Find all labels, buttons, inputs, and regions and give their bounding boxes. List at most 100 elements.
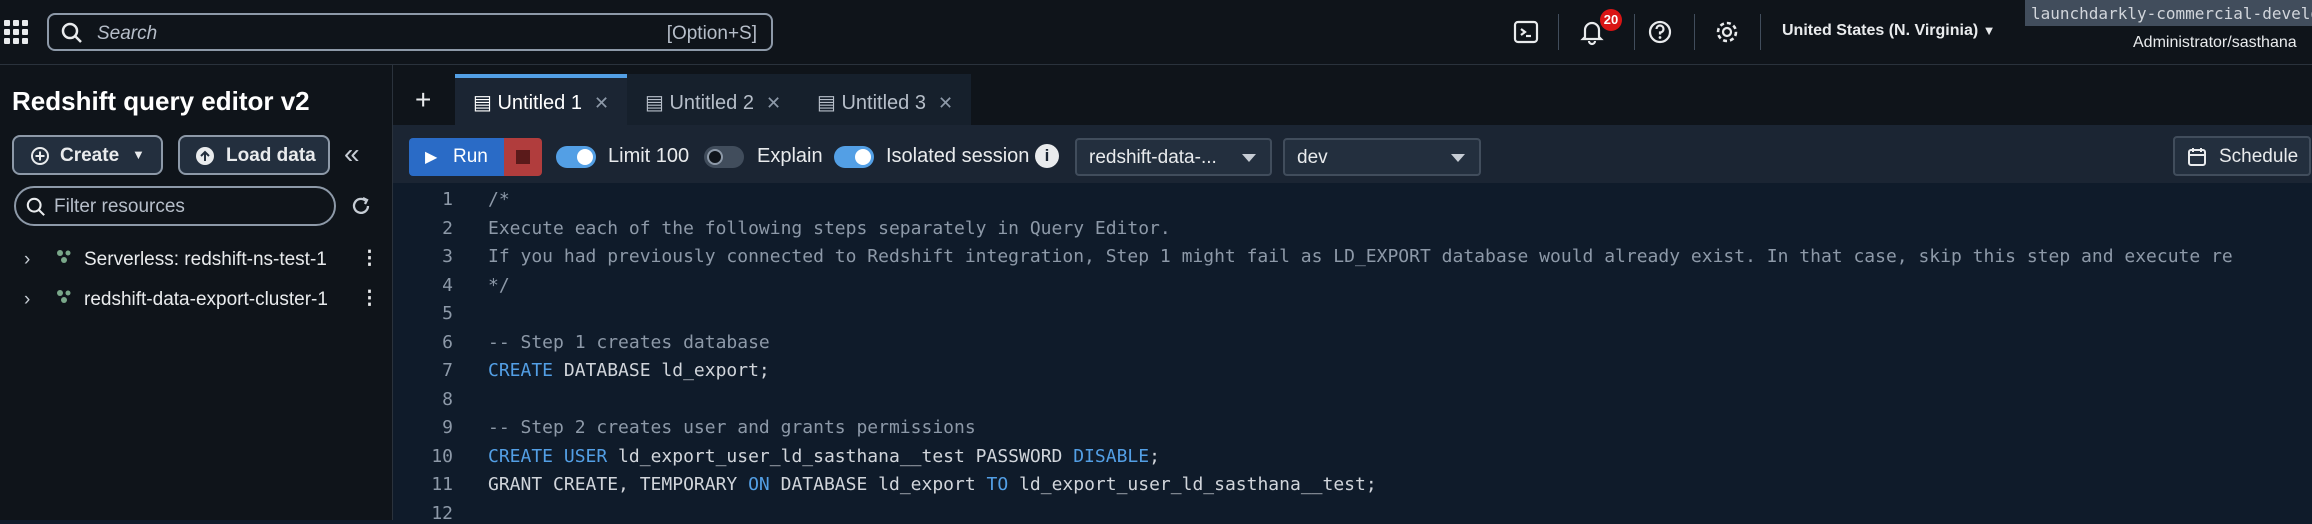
divider — [1694, 14, 1695, 50]
page-title: Redshift query editor v2 — [12, 86, 310, 116]
keyword: TO — [986, 474, 1009, 495]
refresh-icon[interactable] — [350, 195, 372, 217]
code-line: GRANT CREATE, TEMPORARY ON DATABASE ld_e… — [488, 474, 1377, 495]
line-number: 12 — [431, 503, 453, 524]
user-role[interactable]: Administrator/sasthana — [2133, 34, 2297, 52]
line-number: 11 — [431, 474, 453, 495]
create-label: Create — [60, 145, 120, 166]
tab-untitled-1[interactable]: ▤ Untitled 1 ✕ — [455, 74, 627, 125]
line-number: 7 — [442, 360, 453, 381]
keyword: CREATE — [488, 360, 554, 381]
tab-untitled-3[interactable]: ▤ Untitled 3 ✕ — [799, 74, 971, 125]
query-tab-icon: ▤ — [473, 92, 492, 114]
code-line: If you had previously connected to Redsh… — [488, 246, 2233, 267]
code-text: DATABASE ld_export — [769, 474, 987, 495]
line-number: 5 — [442, 303, 453, 324]
line-number: 6 — [442, 332, 453, 353]
caret-down-icon: ▼ — [132, 147, 145, 162]
limit-toggle[interactable] — [556, 146, 596, 168]
line-number: 10 — [431, 446, 453, 467]
notification-count-badge: 20 — [1600, 9, 1622, 31]
line-number: 4 — [442, 275, 453, 296]
tab-label: Untitled 3 — [841, 92, 926, 114]
limit-label: Limit 100 — [608, 145, 690, 167]
info-icon[interactable]: i — [1035, 144, 1059, 168]
upload-icon — [196, 147, 214, 165]
create-button[interactable]: Create ▼ — [12, 135, 163, 175]
query-tab-icon: ▤ — [645, 92, 664, 114]
code-line: -- Step 1 creates database — [488, 332, 770, 353]
collapse-sidebar-icon[interactable]: « — [344, 138, 360, 170]
plus-circle-icon — [31, 147, 49, 165]
filter-placeholder: Filter resources — [54, 196, 185, 217]
query-tab-icon: ▤ — [817, 92, 836, 114]
search-shortcut: [Option+S] — [666, 23, 757, 44]
line-number: 1 — [442, 189, 453, 210]
line-number: 2 — [442, 218, 453, 239]
chevron-right-icon[interactable]: › — [24, 249, 54, 271]
region-label: United States (N. Virginia) — [1782, 22, 1979, 39]
divider — [1760, 14, 1761, 50]
tab-label: Untitled 1 — [497, 92, 582, 114]
chevron-right-icon[interactable]: › — [24, 289, 54, 311]
schedule-button[interactable]: Schedule — [2173, 136, 2311, 176]
tree-item-label: redshift-data-export-cluster-1 — [84, 289, 328, 310]
stop-button[interactable] — [504, 138, 542, 176]
services-menu-icon[interactable] — [4, 20, 28, 44]
tree-item-cluster[interactable]: › redshift-data-export-cluster-1 ⋮ — [24, 287, 379, 311]
gear-icon[interactable] — [1713, 18, 1741, 46]
code-text: GRANT CREATE, TEMPORARY — [488, 474, 749, 495]
divider — [1634, 14, 1635, 50]
database-select[interactable]: dev — [1283, 138, 1481, 176]
code-text: ; — [1149, 446, 1160, 467]
isolated-session-toggle[interactable] — [834, 146, 874, 168]
load-data-label: Load data — [226, 145, 316, 166]
code-line: */ — [488, 275, 510, 296]
keyword: CREATE USER — [488, 446, 608, 467]
line-number: 9 — [442, 417, 453, 438]
code-text: ld_export_user_ld_sasthana__test; — [1008, 474, 1377, 495]
close-tab-icon[interactable]: ✕ — [938, 93, 953, 113]
tab-label: Untitled 2 — [669, 92, 754, 114]
help-icon[interactable] — [1646, 18, 1674, 46]
schedule-label: Schedule — [2219, 146, 2299, 167]
divider — [1558, 14, 1559, 50]
keyword: ON — [748, 474, 770, 495]
caret-down-icon — [1242, 154, 1256, 162]
chevron-down-icon: ▼ — [1982, 23, 1996, 38]
tab-untitled-2[interactable]: ▤ Untitled 2 ✕ — [627, 74, 799, 125]
code-line: /* — [488, 189, 510, 210]
search-placeholder: Search — [97, 23, 158, 44]
line-number: 8 — [442, 389, 453, 410]
keyword: DISABLE — [1073, 446, 1150, 467]
play-icon: ▶ — [425, 149, 438, 166]
code-line: CREATE USER ld_export_user_ld_sasthana__… — [488, 446, 1160, 467]
line-number: 3 — [442, 246, 453, 267]
explain-label: Explain — [757, 145, 823, 167]
new-tab-button[interactable]: + — [415, 84, 431, 116]
more-actions-icon[interactable]: ⋮ — [360, 287, 379, 310]
run-button[interactable]: ▶ Run — [409, 138, 504, 176]
search-input[interactable]: Search [Option+S] — [47, 13, 773, 51]
filter-resources-input[interactable]: Filter resources — [14, 186, 336, 226]
close-tab-icon[interactable]: ✕ — [766, 93, 781, 113]
connection-select[interactable]: redshift-data-... — [1075, 138, 1272, 176]
explain-toggle[interactable] — [704, 146, 744, 168]
tree-item-label: Serverless: redshift-ns-test-1 — [84, 249, 327, 270]
code-text: DATABASE ld_export; — [553, 360, 770, 381]
calendar-icon — [2188, 148, 2206, 166]
account-name[interactable]: launchdarkly-commercial-developme — [2025, 0, 2312, 26]
code-line: Execute each of the following steps sepa… — [488, 218, 1171, 239]
caret-down-icon — [1451, 154, 1465, 162]
cloudshell-icon[interactable] — [1512, 18, 1540, 46]
close-tab-icon[interactable]: ✕ — [594, 93, 609, 113]
code-line: CREATE DATABASE ld_export; — [488, 360, 770, 381]
region-selector[interactable]: United States (N. Virginia) ▼ — [1782, 22, 1996, 40]
load-data-button[interactable]: Load data — [178, 135, 330, 175]
more-actions-icon[interactable]: ⋮ — [360, 247, 379, 270]
tree-item-serverless[interactable]: › Serverless: redshift-ns-test-1 ⋮ — [24, 247, 379, 271]
run-label: Run — [453, 146, 488, 167]
search-icon — [61, 22, 82, 43]
search-icon — [26, 197, 45, 216]
stop-icon — [516, 150, 530, 164]
